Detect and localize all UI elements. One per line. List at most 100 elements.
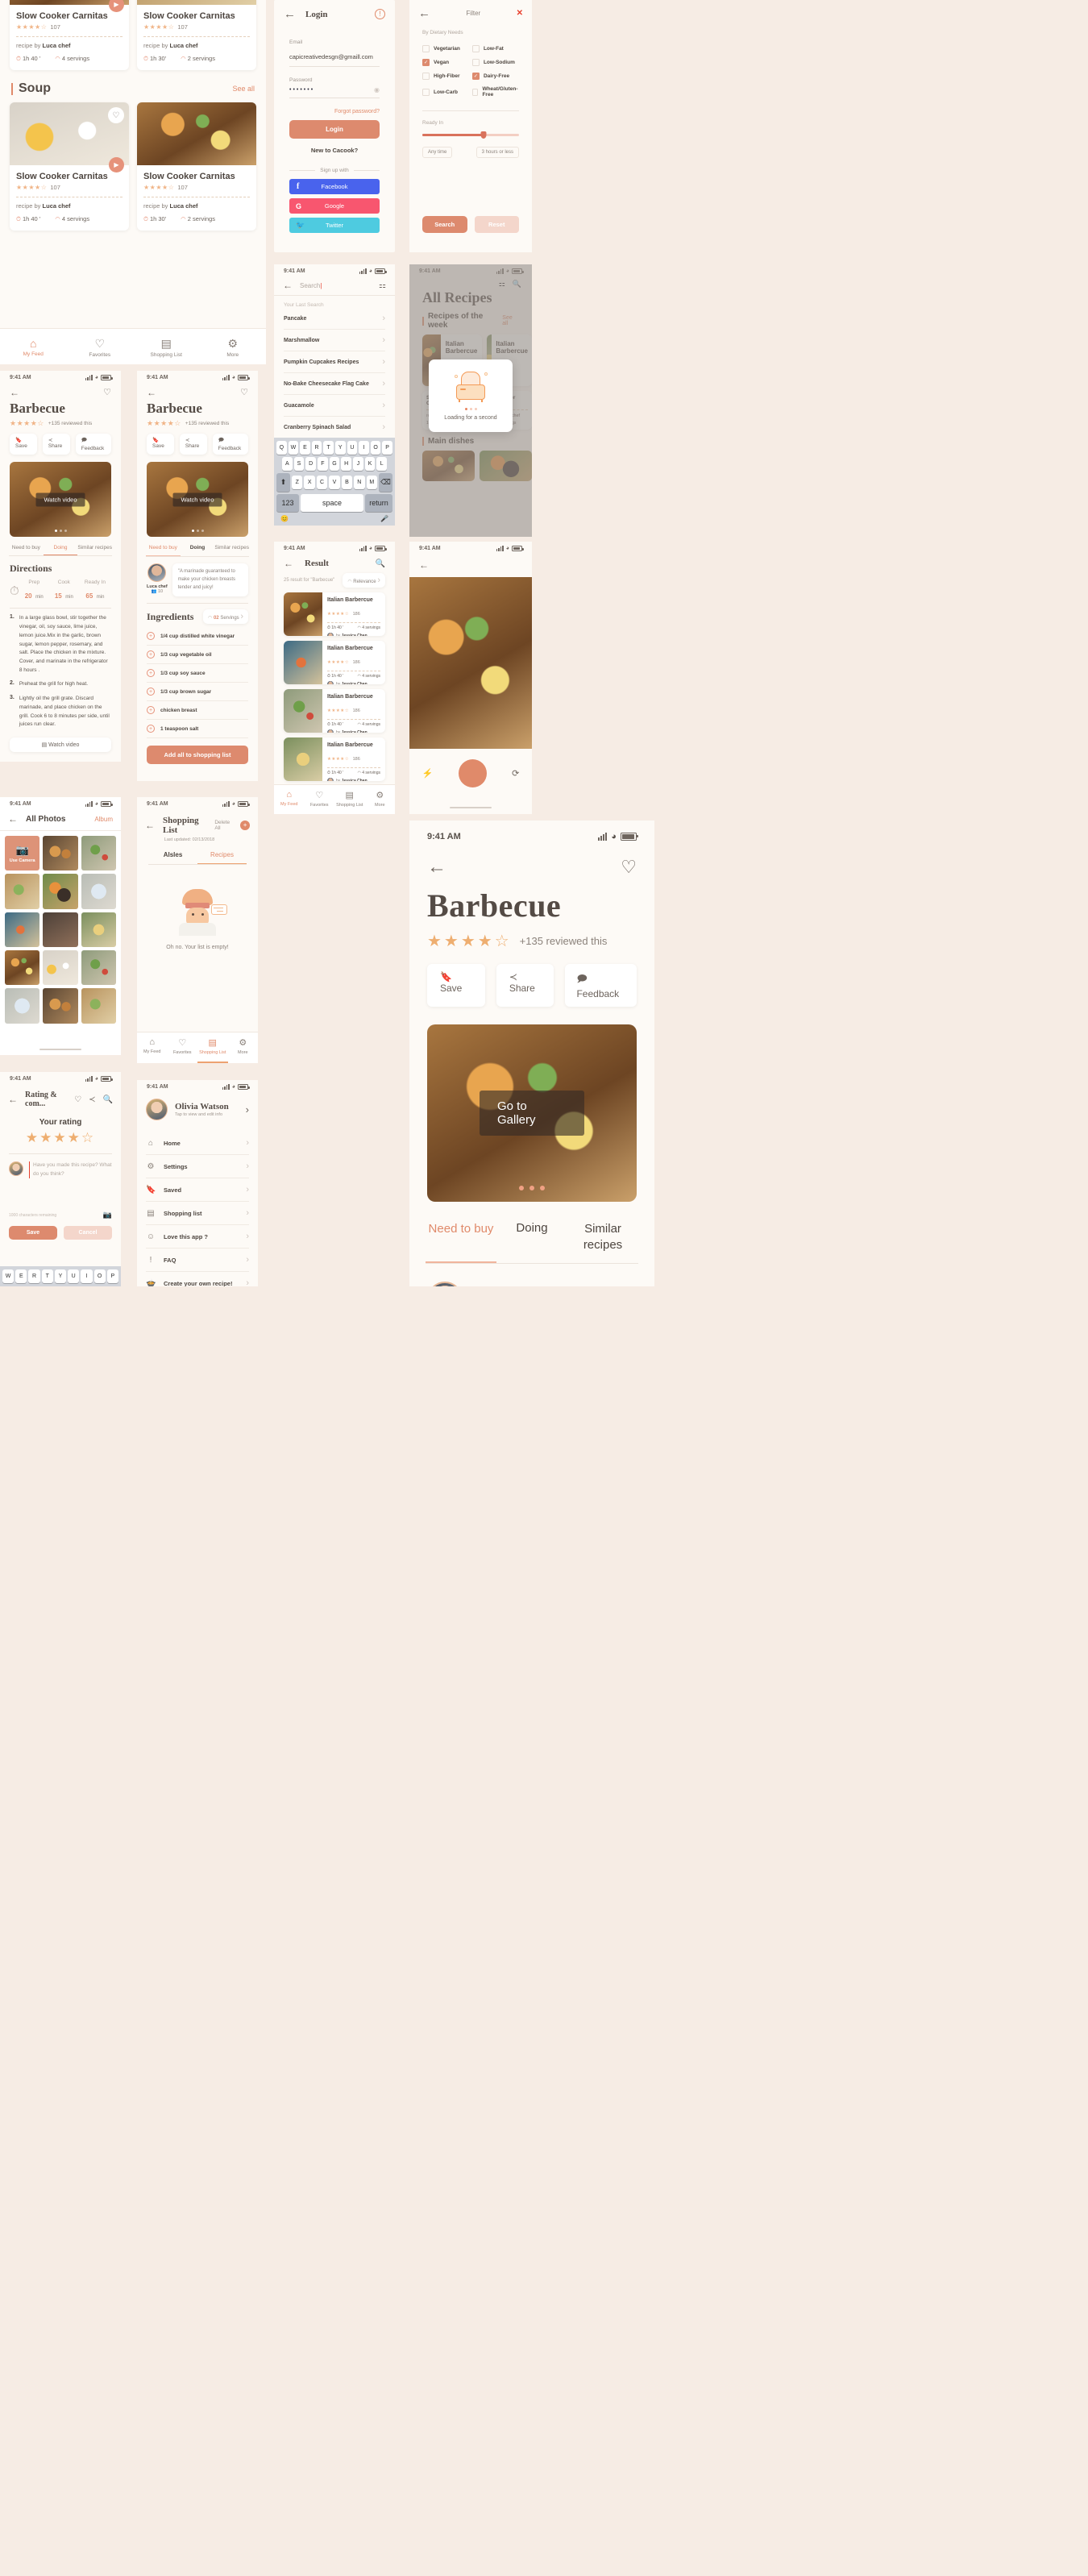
key-O[interactable]: O bbox=[370, 441, 381, 455]
filter-option[interactable]: High-Fiber bbox=[422, 73, 467, 80]
email-field[interactable]: capicreativedesgn@gmaill.com bbox=[289, 45, 380, 67]
back-arrow-icon[interactable]: ← bbox=[10, 388, 19, 397]
chip-any-time[interactable]: Any time bbox=[422, 147, 453, 158]
tab-doing[interactable]: Doing bbox=[43, 545, 78, 556]
key-V[interactable]: V bbox=[329, 476, 340, 489]
backspace-key[interactable]: ⌫ bbox=[379, 473, 392, 492]
ingredient-row[interactable]: + chicken breast bbox=[147, 701, 248, 721]
key-N[interactable]: N bbox=[354, 476, 365, 489]
add-ingredient-icon[interactable]: + bbox=[147, 632, 155, 641]
key-E[interactable]: E bbox=[15, 1269, 27, 1283]
video-badge[interactable]: ▶ bbox=[109, 157, 124, 172]
carousel-dot[interactable] bbox=[59, 530, 62, 532]
tab-shopping-list[interactable]: ▤ Shopping List bbox=[133, 332, 200, 364]
emoji-icon[interactable]: 😊 bbox=[280, 515, 289, 522]
key-W[interactable]: W bbox=[2, 1269, 15, 1283]
search-button[interactable]: Search bbox=[422, 216, 467, 233]
flash-icon[interactable]: ⚡ bbox=[422, 768, 434, 779]
key-A[interactable]: A bbox=[282, 457, 293, 471]
result-card[interactable]: Italian Barbercue ★★★★☆ 186 ⏱ 1h 40 ' ◠ 4 s… bbox=[284, 689, 385, 733]
go-to-gallery-button[interactable]: Go to Gallery bbox=[480, 1091, 584, 1136]
ingredient-row[interactable]: +1/3 cup vegetable oil bbox=[147, 646, 248, 665]
photo-tile[interactable] bbox=[81, 912, 116, 947]
share-icon[interactable]: ≺ bbox=[89, 1095, 95, 1104]
watch-video-button[interactable]: ▤ Watch video bbox=[10, 737, 111, 753]
key-B[interactable]: B bbox=[341, 476, 353, 489]
save-button[interactable]: 🔖 Save bbox=[10, 434, 37, 455]
checkbox[interactable]: ✓ bbox=[471, 73, 480, 80]
hero-photo[interactable]: Watch video bbox=[10, 462, 111, 537]
photo-tile[interactable] bbox=[81, 988, 116, 1024]
save-button[interactable]: Save bbox=[9, 1226, 57, 1240]
menu-item-home[interactable]: ⌂ Home › bbox=[146, 1132, 249, 1155]
favorite-icon[interactable]: ♡ bbox=[621, 858, 637, 876]
back-arrow-icon[interactable]: ← bbox=[284, 8, 296, 20]
favorite-icon[interactable]: ♡ bbox=[103, 387, 111, 397]
filter-option[interactable]: ✓ Dairy-Free bbox=[471, 73, 519, 80]
delete-all-button[interactable]: Delete All bbox=[214, 820, 236, 831]
carousel-dot[interactable] bbox=[196, 530, 199, 532]
key-P[interactable]: P bbox=[382, 441, 392, 455]
key-Y[interactable]: Y bbox=[54, 1269, 67, 1283]
hero-photo[interactable]: Watch video bbox=[147, 462, 248, 537]
save-button[interactable]: 🔖 Save bbox=[147, 434, 174, 455]
tab-similar-recipes[interactable]: Similar recipes bbox=[214, 545, 249, 556]
key-O[interactable]: O bbox=[93, 1269, 106, 1283]
tab-more[interactable]: ⚙ More bbox=[228, 1032, 259, 1063]
key-X[interactable]: X bbox=[304, 476, 315, 489]
carousel-dot[interactable] bbox=[529, 1186, 534, 1190]
tab-more[interactable]: ⚙ More bbox=[200, 332, 267, 364]
key-G[interactable]: G bbox=[329, 457, 340, 471]
back-arrow-icon[interactable]: ← bbox=[8, 814, 18, 824]
recent-search-item[interactable]: Marshmallow › bbox=[284, 330, 385, 351]
photo-tile[interactable] bbox=[43, 988, 78, 1024]
key-T[interactable]: T bbox=[323, 441, 334, 455]
recipe-card[interactable]: Slow Cooker Carnitas ★★★★☆ 107 recipe by… bbox=[137, 0, 256, 70]
save-button[interactable]: 🔖 Save bbox=[427, 964, 485, 1007]
carousel-dot[interactable] bbox=[201, 530, 204, 532]
ingredient-row[interactable]: +1/3 cup brown sugar bbox=[147, 683, 248, 702]
feedback-button[interactable]: 🗩 Feedback bbox=[75, 434, 111, 455]
key-I[interactable]: I bbox=[359, 441, 369, 455]
favorite-icon[interactable]: ♡ bbox=[108, 107, 124, 123]
filter-option[interactable]: ✓ Vegan bbox=[422, 59, 467, 66]
new-to-app-link[interactable]: New to Cacook? bbox=[289, 147, 380, 154]
key-D[interactable]: D bbox=[305, 457, 317, 471]
key-R[interactable]: R bbox=[311, 441, 322, 455]
menu-item-saved[interactable]: 🔖 Saved › bbox=[146, 1178, 249, 1202]
photo-tile[interactable] bbox=[43, 912, 78, 947]
back-arrow-icon[interactable]: ← bbox=[427, 858, 446, 877]
checkbox[interactable] bbox=[422, 45, 430, 52]
space-key[interactable]: space bbox=[301, 494, 363, 512]
add-all-to-shopping-list-button[interactable]: Add all to shopping list bbox=[147, 746, 248, 765]
result-card[interactable]: Italian Barbercue ★★★★☆ 186 ⏱ 1h 40 ' ◠ 4 s… bbox=[284, 641, 385, 684]
key-I[interactable]: I bbox=[81, 1269, 93, 1283]
login-button[interactable]: Login bbox=[289, 120, 380, 139]
ingredient-row[interactable]: +1/4 cup distilled white vinegar bbox=[147, 627, 248, 646]
key-W[interactable]: W bbox=[288, 441, 299, 455]
key-Z[interactable]: Z bbox=[292, 476, 303, 489]
add-item-button[interactable]: + bbox=[240, 821, 250, 830]
hero-photo[interactable]: Go to Gallery bbox=[427, 1024, 637, 1202]
tab-need-to-buy[interactable]: Need to buy bbox=[426, 1221, 496, 1263]
use-camera-tile[interactable]: 📷 Use Camera bbox=[5, 836, 40, 871]
key-P[interactable]: P bbox=[106, 1269, 118, 1283]
filter-option[interactable]: Low-Sodium bbox=[471, 59, 519, 66]
photo-tile[interactable] bbox=[43, 836, 78, 871]
tab-favorites[interactable]: ♡ Favorites bbox=[168, 1032, 198, 1063]
photo-tile[interactable] bbox=[5, 912, 40, 947]
info-icon[interactable]: ! bbox=[375, 9, 385, 19]
key-J[interactable]: J bbox=[353, 457, 363, 471]
slider-handle[interactable] bbox=[480, 131, 487, 139]
carousel-dot[interactable] bbox=[519, 1186, 524, 1190]
tab-need-to-buy[interactable]: Need to buy bbox=[9, 545, 44, 555]
shift-key[interactable]: ⬆ bbox=[276, 473, 290, 492]
tab-similar-recipes[interactable]: Similar recipes bbox=[77, 545, 112, 555]
tab-doing[interactable]: Doing bbox=[181, 545, 215, 556]
numeric-key[interactable]: 123 bbox=[276, 494, 299, 512]
tab-aisles[interactable]: Alsles bbox=[148, 851, 197, 864]
favorite-icon[interactable]: ♡ bbox=[74, 1095, 81, 1104]
filter-option[interactable]: Wheat/Gluten-Free bbox=[471, 86, 519, 98]
google-button[interactable]: G Google bbox=[289, 198, 380, 214]
share-button[interactable]: ≺ Share bbox=[42, 434, 70, 455]
